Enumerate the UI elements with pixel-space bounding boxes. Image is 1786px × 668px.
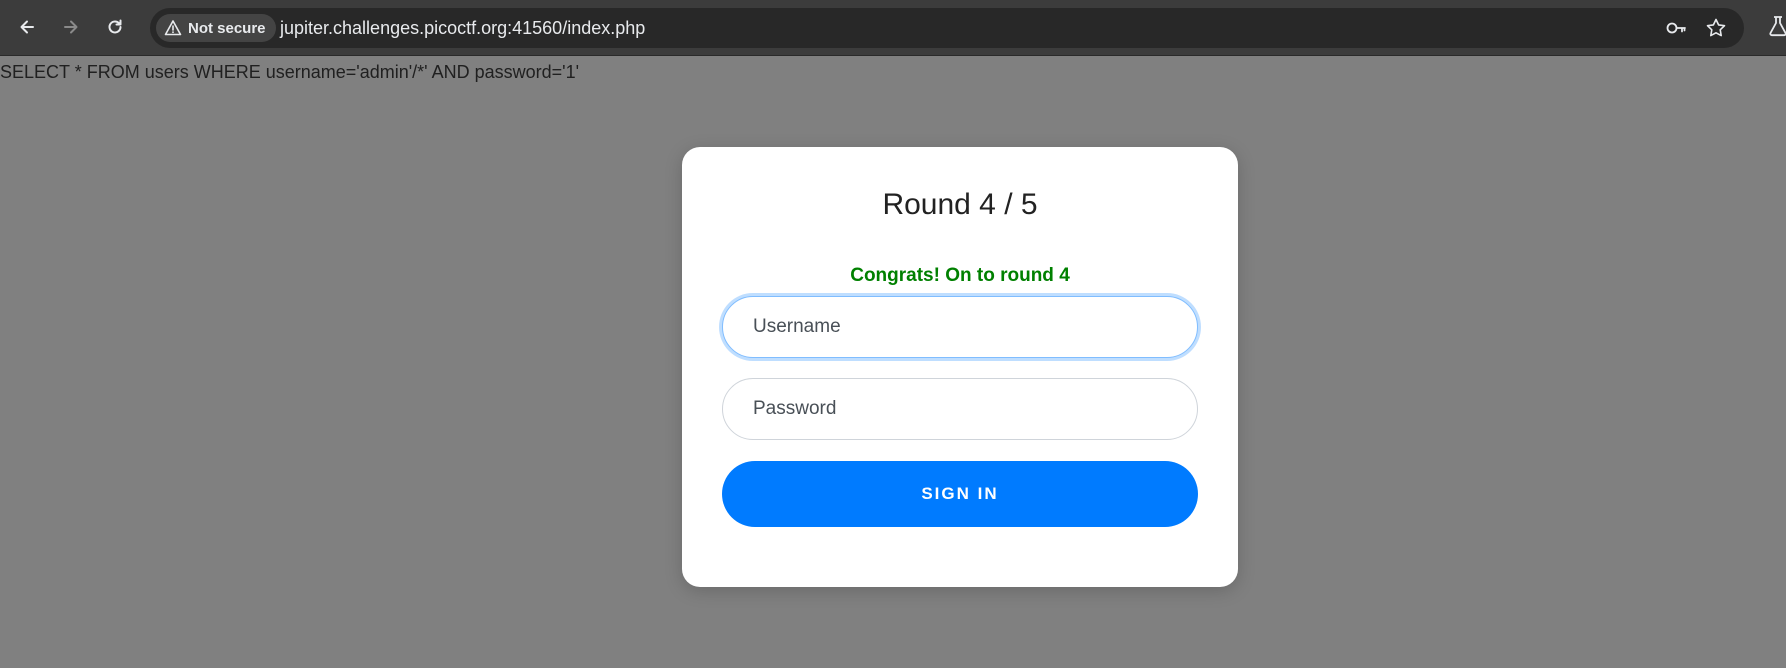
bookmark-button[interactable]: [1702, 14, 1730, 42]
star-icon: [1706, 18, 1726, 37]
browser-toolbar: Not secure jupiter.challenges.picoctf.or…: [0, 0, 1786, 56]
sql-query-text: SELECT * FROM users WHERE username='admi…: [0, 62, 580, 82]
flask-icon: [1769, 16, 1786, 37]
labs-button[interactable]: [1766, 14, 1786, 42]
login-card: Round 4 / 5 Congrats! On to round 4 SIGN…: [682, 147, 1238, 587]
key-icon: [1666, 22, 1686, 34]
security-indicator[interactable]: Not secure: [156, 14, 276, 42]
forward-button[interactable]: [54, 10, 88, 44]
security-label: Not secure: [188, 19, 266, 37]
address-bar[interactable]: Not secure jupiter.challenges.picoctf.or…: [150, 8, 1744, 48]
password-manager-button[interactable]: [1662, 14, 1690, 42]
round-title: Round 4 / 5: [882, 188, 1038, 221]
username-input[interactable]: [722, 296, 1198, 358]
url-text[interactable]: jupiter.challenges.picoctf.org:41560/ind…: [280, 8, 645, 48]
warning-icon: [164, 20, 182, 36]
reload-icon: [108, 19, 122, 34]
back-button[interactable]: [10, 10, 44, 44]
password-input[interactable]: [722, 378, 1198, 440]
back-icon: [20, 20, 34, 34]
forward-icon: [64, 20, 78, 34]
sign-in-button[interactable]: SIGN IN: [722, 461, 1198, 527]
reload-button[interactable]: [98, 10, 132, 44]
success-message: Congrats! On to round 4: [850, 265, 1070, 286]
